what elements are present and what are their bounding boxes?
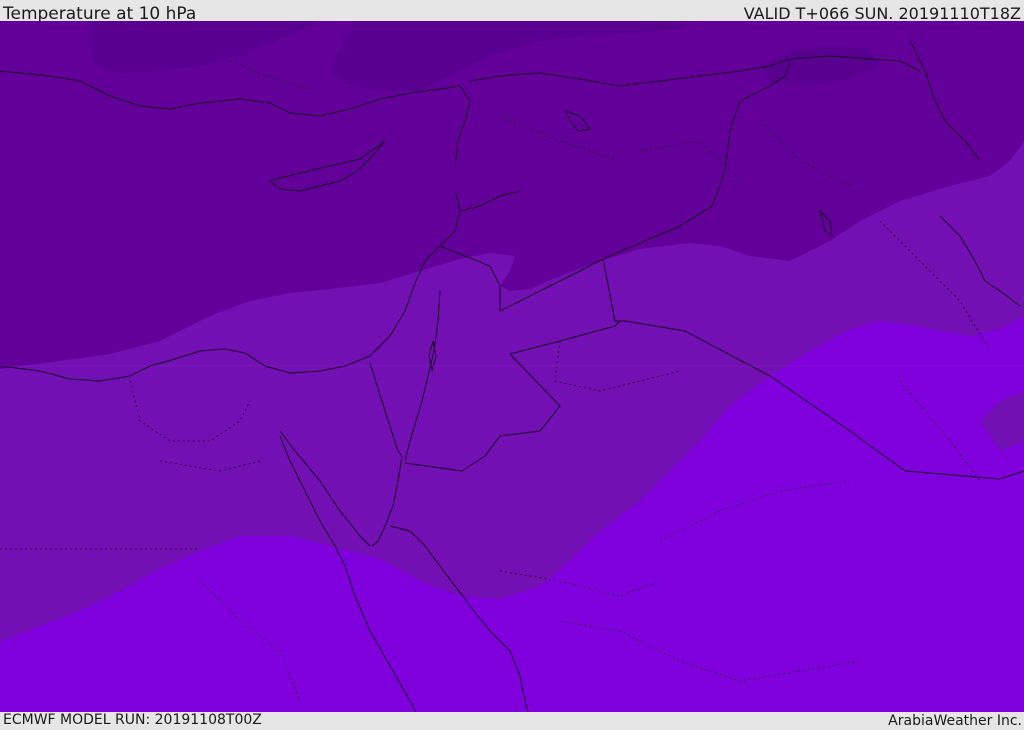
header-bar: Temperature at 10 hPa VALID T+066 SUN. 2… xyxy=(0,0,1024,24)
credit-label: ArabiaWeather Inc. xyxy=(888,713,1022,729)
model-run-label: ECMWF MODEL RUN: 20191108T00Z xyxy=(3,712,262,728)
weather-map[interactable] xyxy=(0,21,1024,712)
map-svg xyxy=(0,21,1024,712)
footer-bar: ECMWF MODEL RUN: 20191108T00Z ArabiaWeat… xyxy=(0,712,1024,729)
